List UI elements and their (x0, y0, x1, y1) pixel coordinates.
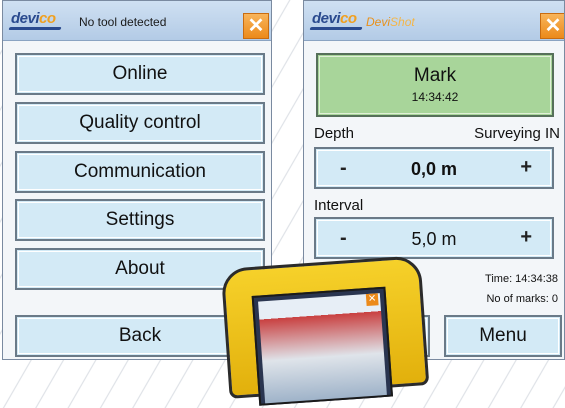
quality-control-button[interactable]: Quality control (15, 102, 265, 144)
window-title: No tool detected (79, 15, 167, 29)
close-button[interactable]: ✕ (540, 13, 564, 39)
survey-mode-label: Surveying IN (474, 125, 560, 142)
close-button[interactable]: ✕ (243, 13, 269, 39)
handheld-device-image: ✕ (220, 255, 430, 406)
depth-label: Depth (314, 125, 355, 142)
logo-underline (309, 27, 363, 30)
app-name: DeviShot (366, 15, 415, 29)
devico-logo: devico (11, 10, 56, 27)
settings-button[interactable]: Settings (15, 199, 265, 241)
interval-increment-button[interactable]: + (520, 226, 532, 249)
interval-label: Interval (314, 197, 364, 214)
depth-stepper: - 0,0 m + (314, 147, 554, 189)
logo-underline (8, 27, 62, 30)
depth-value: 0,0 m (410, 159, 458, 179)
title-bar: devico No tool detected ✕ (3, 1, 271, 41)
mark-time: 14:34:42 (411, 90, 459, 104)
mark-button[interactable]: Mark 14:34:42 (316, 53, 554, 117)
online-button[interactable]: Online (15, 53, 265, 95)
title-bar: devico DeviShot ✕ (304, 1, 564, 41)
menu-button[interactable]: Menu (444, 315, 562, 357)
interval-stepper: - 5,0 m + (314, 217, 554, 259)
time-readout: Time: 14:34:38 (485, 273, 558, 285)
marks-count: No of marks: 0 (486, 293, 558, 305)
devico-logo: devico (312, 10, 357, 27)
communication-button[interactable]: Communication (15, 151, 265, 193)
depth-increment-button[interactable]: + (520, 156, 532, 179)
device-screen-photo (258, 293, 387, 404)
interval-value: 5,0 m (411, 229, 457, 249)
device-screen: ✕ (251, 286, 394, 406)
mark-label: Mark (413, 65, 457, 86)
device-close-icon: ✕ (365, 293, 379, 307)
